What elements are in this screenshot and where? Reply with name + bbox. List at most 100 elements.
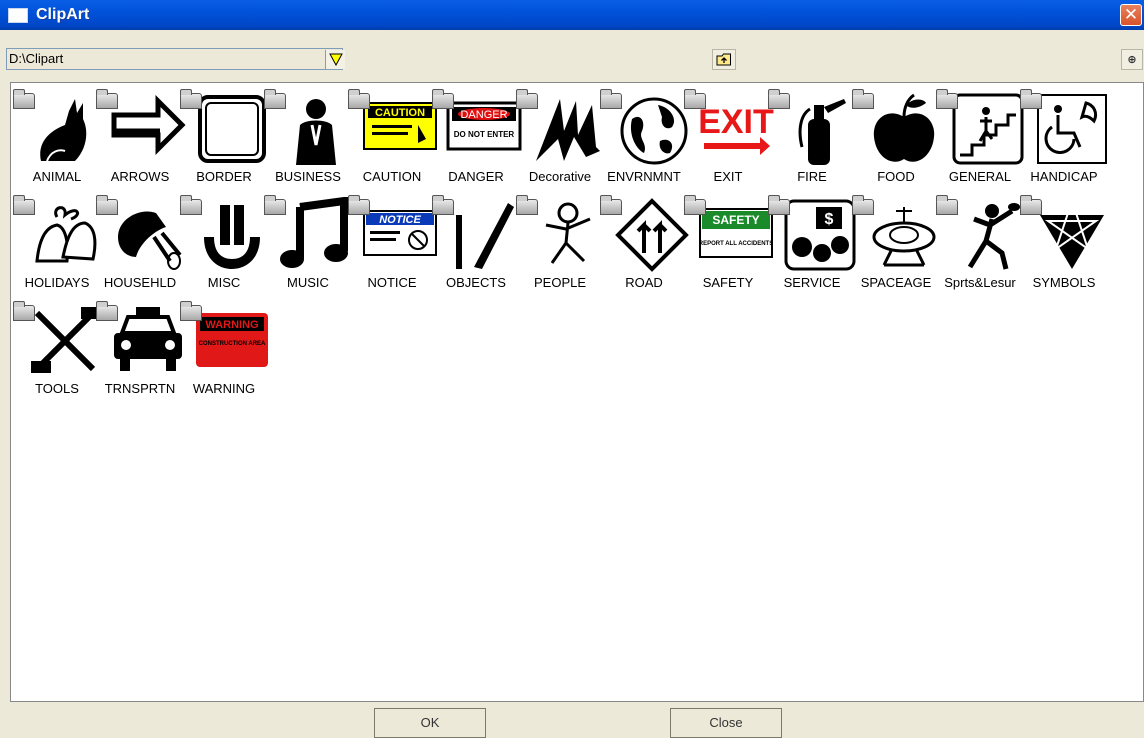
folder-label: SPACEAGE bbox=[860, 275, 932, 290]
svg-text:$: $ bbox=[825, 211, 834, 228]
folder-icon bbox=[852, 195, 874, 215]
folder-item-tools[interactable]: TOOLS bbox=[11, 299, 101, 419]
folder-label: GENERAL bbox=[948, 169, 1012, 184]
folder-icon bbox=[936, 89, 958, 109]
danger-sign-icon: DANGER DO NOT ENTER bbox=[446, 101, 522, 151]
tools-icon bbox=[31, 307, 97, 373]
svg-text:WARNING: WARNING bbox=[205, 319, 258, 331]
folder-icon bbox=[852, 89, 874, 109]
folder-icon bbox=[768, 195, 790, 215]
folder-icon bbox=[768, 89, 790, 109]
folder-label: TOOLS bbox=[35, 381, 79, 396]
path-dropdown-button[interactable] bbox=[325, 50, 345, 69]
stairs-icon bbox=[952, 93, 1024, 165]
path-value: D:\Clipart bbox=[9, 51, 64, 66]
folder-icon bbox=[600, 195, 622, 215]
up-folder-icon bbox=[716, 53, 731, 66]
symbols-icon bbox=[1040, 197, 1104, 269]
animal-icon bbox=[40, 99, 87, 162]
path-combobox[interactable]: D:\Clipart bbox=[6, 48, 345, 70]
folder-icon bbox=[264, 195, 286, 215]
folder-label: ENVRNMNT bbox=[607, 169, 681, 184]
decorative-icon bbox=[536, 99, 600, 161]
folder-label: BUSINESS bbox=[275, 169, 341, 184]
folder-item-animal[interactable]: ANIMAL bbox=[11, 87, 101, 207]
folder-label: ANIMAL bbox=[32, 169, 82, 184]
folder-item-caution[interactable]: CAUTION CAUTION bbox=[346, 87, 437, 207]
folder-icon bbox=[348, 195, 370, 215]
svg-text:CONSTRUCTION AREA: CONSTRUCTION AREA bbox=[199, 341, 266, 347]
apple-icon bbox=[873, 93, 935, 162]
svg-text:REPORT ALL ACCIDENTS: REPORT ALL ACCIDENTS bbox=[699, 241, 773, 247]
folder-item-exit[interactable]: EXIT EXIT bbox=[682, 87, 774, 207]
folder-item-trnsprtn[interactable]: TRNSPRTN bbox=[94, 299, 184, 419]
folder-label: MUSIC bbox=[287, 275, 329, 290]
safety-sign-icon: SAFETY REPORT ALL ACCIDENTS bbox=[699, 208, 773, 258]
folder-item-danger[interactable]: DANGER DO NOT ENTER DANGER bbox=[430, 87, 522, 207]
close-window-button[interactable]: ✕ bbox=[1120, 4, 1142, 26]
folder-label: NOTICE bbox=[367, 275, 417, 290]
folder-item-notice[interactable]: NOTICE NOTICE bbox=[346, 193, 437, 313]
folder-label: BORDER bbox=[196, 169, 252, 184]
ok-button[interactable]: OK bbox=[374, 708, 486, 738]
sports-icon bbox=[967, 203, 1020, 270]
folder-icon bbox=[516, 89, 538, 109]
folder-item-general[interactable]: GENERAL bbox=[934, 87, 1024, 207]
folder-item-safety[interactable]: SAFETY REPORT ALL ACCIDENTS SAFETY bbox=[682, 193, 773, 313]
title-bar[interactable]: ClipArt ✕ bbox=[0, 0, 1144, 30]
border-icon bbox=[198, 95, 266, 163]
saw-icon bbox=[456, 203, 514, 269]
folder-label: SERVICE bbox=[783, 275, 841, 290]
folder-item-food[interactable]: FOOD bbox=[850, 87, 940, 207]
svg-text:EXIT: EXIT bbox=[698, 103, 774, 141]
folder-icon bbox=[96, 89, 118, 109]
spaceage-icon bbox=[872, 207, 936, 267]
folder-item-househld[interactable]: HOUSEHLD bbox=[94, 193, 184, 313]
notice-sign-icon: NOTICE bbox=[363, 210, 437, 256]
folder-item-objects[interactable]: OBJECTS bbox=[430, 193, 520, 313]
folder-item-holidays[interactable]: HOLIDAYS bbox=[11, 193, 101, 313]
folder-item-service[interactable]: $ SERVICE bbox=[766, 193, 856, 313]
business-icon bbox=[296, 99, 336, 165]
running-man-icon bbox=[545, 202, 591, 264]
wheelchair-icon bbox=[1037, 94, 1107, 164]
svg-text:SAFETY: SAFETY bbox=[712, 213, 759, 227]
folder-label: Sprts&Lesur bbox=[944, 275, 1016, 290]
folder-item-warning[interactable]: WARNING CONSTRUCTION AREA WARNING bbox=[178, 299, 268, 419]
folder-label: PEOPLE bbox=[533, 275, 587, 290]
folder-item-music[interactable]: MUSIC bbox=[262, 193, 352, 313]
folder-item-fire[interactable]: FIRE bbox=[766, 87, 856, 207]
folder-item-spaceage[interactable]: SPACEAGE bbox=[850, 193, 940, 313]
folder-item-people[interactable]: PEOPLE bbox=[514, 193, 604, 313]
folder-item-road[interactable]: ROAD bbox=[598, 193, 689, 313]
folder-item-envrnmnt[interactable]: ENVRNMNT bbox=[598, 87, 688, 207]
folder-item-handicap[interactable]: HANDICAP bbox=[1018, 87, 1108, 207]
folder-icon bbox=[13, 195, 35, 215]
folder-item-border[interactable]: BORDER bbox=[178, 87, 268, 207]
up-folder-button[interactable] bbox=[712, 49, 736, 70]
folder-item-business[interactable]: BUSINESS bbox=[262, 87, 352, 207]
close-button[interactable]: Close bbox=[670, 708, 782, 738]
folder-icon bbox=[96, 195, 118, 215]
taxi-icon bbox=[114, 307, 182, 371]
folder-label: ROAD bbox=[625, 275, 663, 290]
folder-label: Decorative bbox=[528, 169, 592, 184]
find-button[interactable]: ⊕ bbox=[1121, 49, 1143, 70]
folder-icon bbox=[13, 301, 35, 321]
folder-icon bbox=[684, 195, 706, 215]
folder-icon bbox=[13, 89, 35, 109]
folder-item-arrows[interactable]: ARROWS bbox=[94, 87, 186, 207]
road-sign-icon bbox=[615, 198, 689, 272]
folder-label: SAFETY bbox=[702, 275, 754, 290]
folder-label: ARROWS bbox=[110, 169, 170, 184]
folder-item-decorative[interactable]: Decorative bbox=[514, 87, 604, 207]
globe-icon bbox=[620, 97, 688, 165]
folder-item-misc[interactable]: MISC bbox=[178, 193, 268, 313]
folder-item-sprts-lesur[interactable]: Sprts&Lesur bbox=[934, 193, 1024, 313]
folder-item-symbols[interactable]: SYMBOLS bbox=[1018, 193, 1108, 313]
currency-icon: $ bbox=[784, 199, 856, 271]
warning-sign-icon: WARNING CONSTRUCTION AREA bbox=[196, 313, 268, 367]
svg-text:NOTICE: NOTICE bbox=[379, 214, 421, 226]
clipart-folder-grid[interactable]: ANIMAL ARROWS BORDER BUSINESS CAUTION CA… bbox=[10, 82, 1144, 702]
svg-text:DANGER: DANGER bbox=[460, 109, 507, 121]
